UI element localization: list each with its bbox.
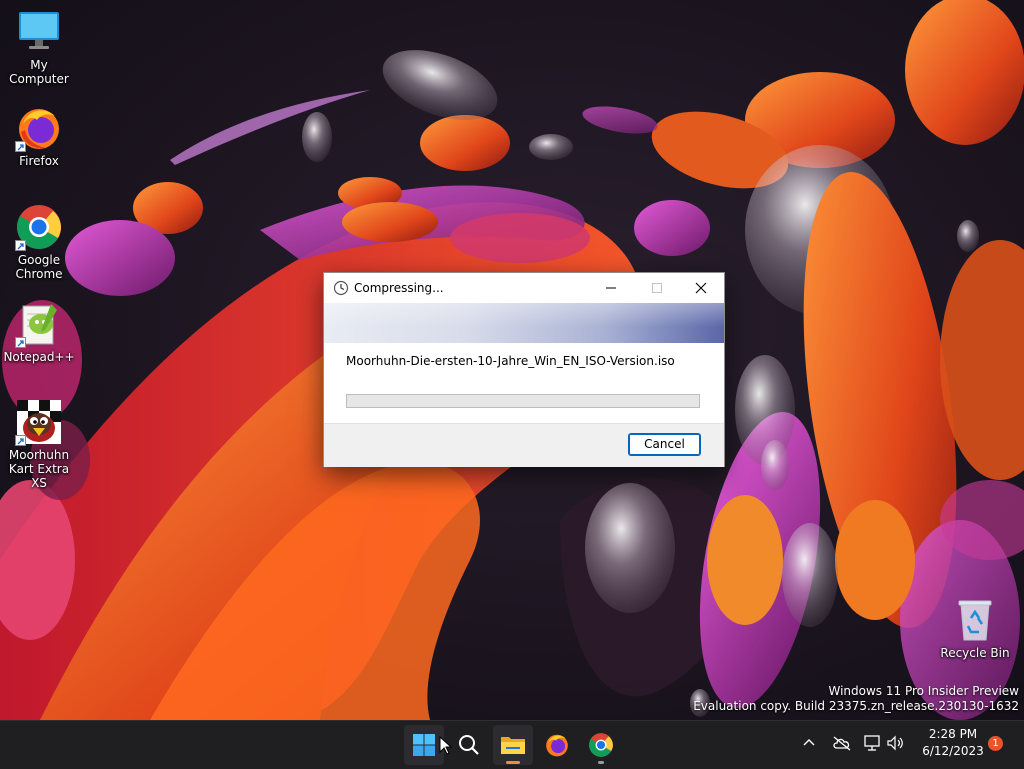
mouse-cursor-icon [439,736,453,755]
notification-badge[interactable]: 1 [988,736,1003,751]
cancel-button[interactable]: Cancel [628,433,701,456]
firefox-icon [546,734,568,757]
maximize-button [634,273,680,303]
dialog-title: Compressing... [354,281,444,295]
desktop-icon-label: My Computer [9,58,69,86]
desktop-icon-label: Firefox [19,154,59,168]
active-indicator [506,761,520,764]
start-button[interactable] [404,725,444,765]
close-button[interactable] [678,273,724,303]
clock-date[interactable]: 6/12/2023 [918,744,988,758]
volume-icon[interactable] [886,735,906,751]
close-icon [695,282,707,294]
desktop-icon-label: Recycle Bin [940,646,1010,660]
running-indicator [598,761,604,764]
windows-watermark: Windows 11 Pro Insider Preview Evaluatio… [693,684,1019,714]
file-name-label: Moorhuhn-Die-ersten-10-Jahre_Win_EN_ISO-… [346,354,675,368]
desktop-icon-my-computer[interactable]: My Computer [1,8,77,86]
compressing-dialog: Compressing... Moorhuhn-Die-ersten-10-Ja… [323,272,725,467]
notepad-plus-plus-icon [15,300,63,348]
dialog-titlebar[interactable]: Compressing... [324,273,724,303]
show-hidden-icons-chevron-icon[interactable] [801,735,817,751]
minimize-icon [606,287,616,289]
desktop-icon-moorhuhn-kart[interactable]: Moorhuhn Kart Extra XS [1,398,77,490]
desktop-icon-label: Google [17,253,61,267]
start-icon [413,734,435,756]
desktop-icon-google-chrome[interactable]: Google Chrome [1,203,77,281]
chrome-taskbar-button[interactable] [581,725,621,765]
shortcut-arrow-icon [15,240,26,251]
file-explorer-button[interactable] [493,725,533,765]
shortcut-arrow-icon [15,141,26,152]
desktop-icon-notepad-plus-plus[interactable]: Notepad++ [1,300,77,364]
firefox-icon [15,104,63,152]
clock-time[interactable]: 2:28 PM [918,727,988,741]
computer-icon [15,8,63,56]
firefox-taskbar-button[interactable] [537,725,577,765]
moorhuhn-icon [15,398,63,446]
minimize-button[interactable] [588,273,634,303]
desktop-icon-recycle-bin[interactable]: Recycle Bin [937,596,1013,660]
desktop-icon-label: Moorhuhn [8,448,70,462]
chrome-icon [589,733,613,757]
progress-bar [346,394,700,408]
search-button[interactable] [449,725,489,765]
search-icon [459,735,479,755]
desktop-icon-firefox[interactable]: Firefox [1,104,77,168]
desktop-icon-label: Chrome [15,267,63,281]
file-explorer-icon [501,737,525,754]
watermark-line: Windows 11 Pro Insider Preview [828,684,1019,698]
network-icon[interactable] [862,734,882,752]
dialog-banner-shine [324,303,724,343]
clock-icon [333,280,349,299]
watermark-line: Evaluation copy. Build 23375.zn_release.… [693,699,1019,713]
desktop-icon-label: Notepad++ [3,350,75,364]
maximize-icon [652,283,662,293]
recycle-bin-icon [951,596,999,644]
onedrive-offline-icon[interactable] [832,735,852,751]
shortcut-arrow-icon [15,435,26,446]
chrome-icon [15,203,63,251]
shortcut-arrow-icon [15,337,26,348]
desktop-icon-label: Kart Extra XS [8,462,70,490]
